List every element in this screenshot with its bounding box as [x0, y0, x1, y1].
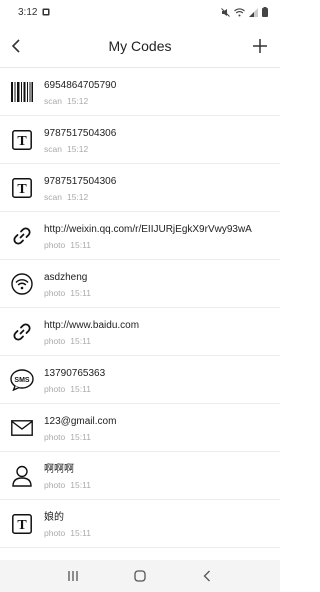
list-item[interactable]: T 9787517504306 scan 15:12 [0, 164, 280, 212]
list-item[interactable]: 6954864705790 scan 15:12 [0, 68, 280, 116]
recents-button[interactable] [58, 564, 88, 588]
list-item-text: 13790765363 photo 15:11 [44, 356, 280, 395]
wifi-icon [0, 260, 44, 308]
list-item-text: 123@gmail.com photo 15:11 [44, 404, 280, 443]
svg-text:T: T [17, 518, 27, 533]
list-item[interactable]: T 9787517504306 scan 15:12 [0, 116, 280, 164]
code-source: photo [44, 336, 66, 346]
text-icon: T [0, 164, 44, 212]
text-icon: T [0, 500, 44, 548]
home-button[interactable] [125, 564, 155, 588]
list-item[interactable]: asdzheng photo 15:11 [0, 260, 280, 308]
code-source: photo [44, 288, 66, 298]
code-meta: photo 15:11 [44, 480, 280, 491]
code-time: 15:11 [70, 384, 91, 394]
system-nav-bar [0, 560, 280, 592]
codes-list: 6954864705790 scan 15:12 T 9787517504306 … [0, 68, 280, 560]
back-nav-icon [203, 570, 210, 582]
code-value: 娘的 [44, 512, 64, 523]
code-meta: photo 15:11 [44, 528, 280, 539]
code-meta: photo 15:11 [44, 240, 280, 251]
app-bar: My Codes [0, 24, 280, 68]
list-item-text: 9787517504306 scan 15:12 [44, 116, 280, 155]
code-source: photo [44, 528, 66, 538]
list-item-text: http://weixin.qq.com/r/EIIJURjEgkX9rVwy9… [44, 212, 280, 251]
mute-icon [221, 7, 230, 17]
code-value: 9787517504306 [44, 176, 117, 187]
back-button[interactable] [4, 34, 28, 58]
list-item[interactable]: T 娘的 photo 15:11 [0, 500, 280, 548]
partial-item-icon [0, 548, 44, 560]
battery-icon [262, 7, 268, 17]
status-left: 3:12 [18, 7, 50, 18]
code-meta: photo 15:11 [44, 336, 280, 347]
code-value: http://www.baidu.com [44, 320, 140, 331]
list-item-text: 娘的 photo 15:11 [44, 500, 280, 539]
code-meta: scan 15:12 [44, 96, 280, 107]
link-icon [0, 308, 44, 356]
back-nav-button[interactable] [192, 564, 222, 588]
code-value: 123@gmail.com [44, 416, 117, 427]
list-item[interactable]: SMS 13790765363 photo 15:11 [0, 356, 280, 404]
back-arrow-icon [11, 39, 20, 53]
svg-text:SMS: SMS [14, 377, 30, 384]
code-meta: scan 15:12 [44, 192, 280, 203]
link-icon [0, 212, 44, 260]
page-title: My Codes [108, 37, 172, 54]
text-icon: T [0, 116, 44, 164]
code-value: 13790765363 [44, 368, 106, 379]
code-source: photo [44, 432, 66, 442]
code-time: 15:11 [70, 432, 91, 442]
list-item[interactable]: 啊啊啊 photo 15:11 [0, 452, 280, 500]
code-meta: photo 15:11 [44, 288, 280, 299]
code-time: 15:11 [70, 480, 91, 490]
code-meta: photo 15:11 [44, 384, 280, 395]
code-time: 15:12 [66, 192, 89, 202]
code-meta: photo 15:11 [44, 432, 280, 443]
code-time: 15:12 [66, 144, 89, 154]
code-time: 15:11 [70, 288, 91, 298]
recents-icon [68, 571, 78, 581]
code-source: photo [44, 240, 66, 250]
code-time: 15:11 [70, 240, 91, 250]
code-source: photo [44, 384, 66, 394]
code-value: 啊啊啊 [44, 464, 74, 475]
code-meta: scan 15:12 [44, 144, 280, 155]
code-time: 15:11 [70, 336, 91, 346]
add-button[interactable] [248, 34, 272, 58]
list-item[interactable]: http://weixin.qq.com/r/EIIJURjEgkX9rVwy9… [0, 212, 280, 260]
list-item[interactable]: http://www.baidu.com photo 15:11 [0, 308, 280, 356]
code-source: scan [44, 192, 62, 202]
svg-text:T: T [17, 182, 27, 197]
notification-icon [42, 8, 50, 16]
code-source: photo [44, 480, 66, 490]
signal-icon [249, 7, 258, 17]
list-item-text: 啊啊啊 photo 15:11 [44, 452, 280, 491]
sms-icon: SMS [0, 356, 44, 404]
code-source: scan [44, 96, 62, 106]
home-icon [134, 570, 146, 582]
email-icon [0, 404, 44, 452]
list-item-text: 6954864705790 scan 15:12 [44, 68, 280, 107]
plus-icon [253, 39, 267, 53]
code-value: http://weixin.qq.com/r/EIIJURjEgkX9rVwy9… [44, 224, 252, 235]
status-right [221, 7, 268, 17]
status-bar: 3:12 [0, 0, 280, 24]
code-value: 6954864705790 [44, 80, 117, 91]
code-value: asdzheng [44, 272, 88, 283]
list-item[interactable]: 123@gmail.com photo 15:11 [0, 404, 280, 452]
wifi-status-icon [234, 7, 245, 16]
code-value: 9787517504306 [44, 128, 117, 139]
code-source: scan [44, 144, 62, 154]
svg-text:T: T [17, 134, 27, 149]
barcode-icon [0, 68, 44, 116]
status-time: 3:12 [18, 6, 38, 18]
list-item[interactable] [0, 548, 280, 560]
list-item-text: asdzheng photo 15:11 [44, 260, 280, 299]
list-item-text: 9787517504306 scan 15:12 [44, 164, 280, 203]
code-time: 15:11 [70, 528, 91, 538]
contact-icon [0, 452, 44, 500]
code-time: 15:12 [66, 96, 89, 106]
list-item-text: http://www.baidu.com photo 15:11 [44, 308, 280, 347]
